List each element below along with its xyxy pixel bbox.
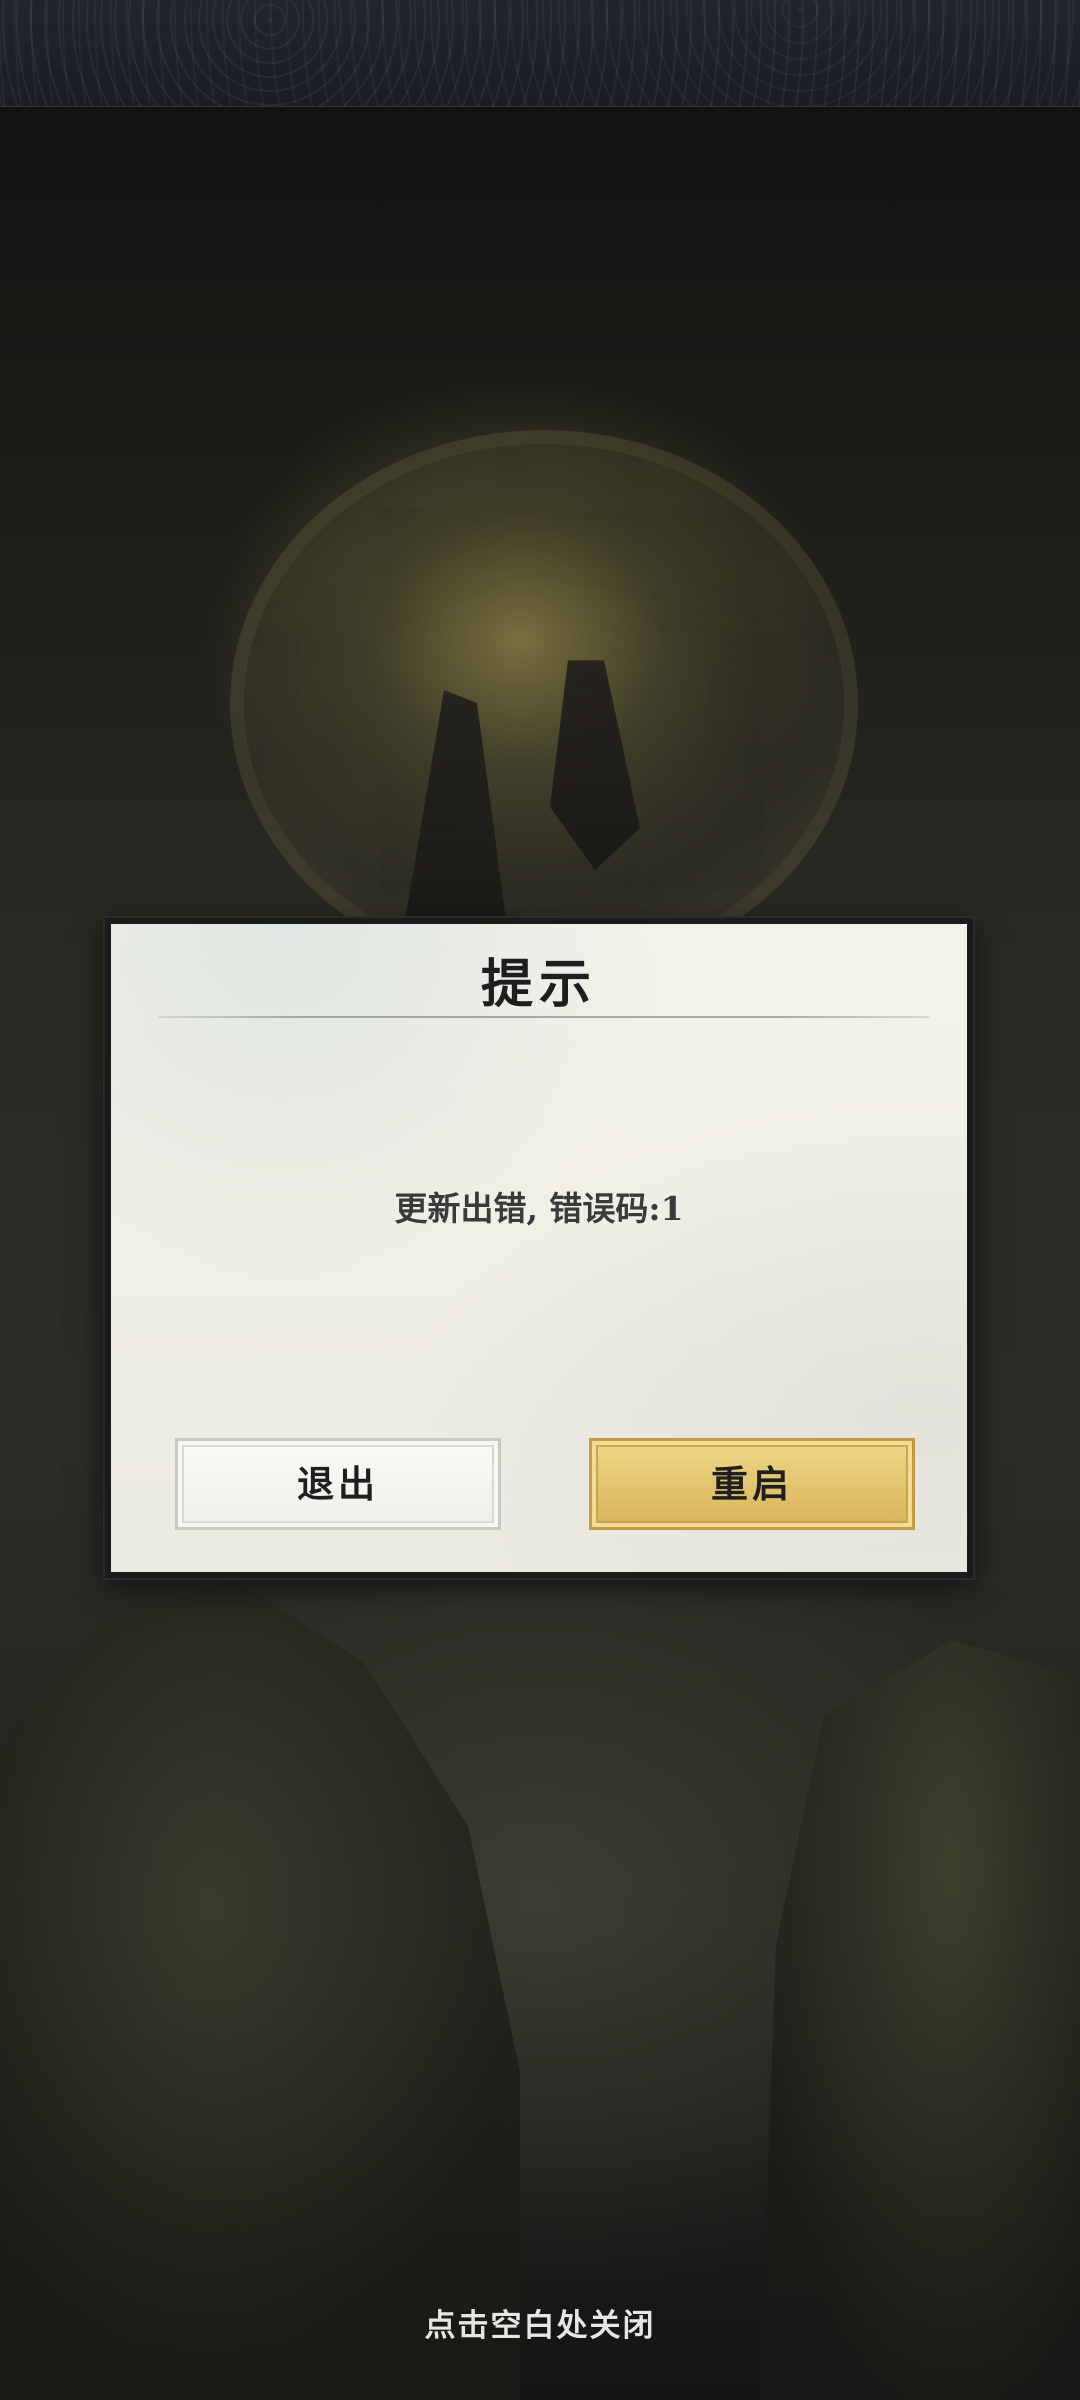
restart-button[interactable]: 重启 <box>589 1438 915 1530</box>
exit-button[interactable]: 退出 <box>175 1438 501 1530</box>
error-dialog: 提示 更新出错, 错误码:1 退出 重启 <box>105 918 973 1578</box>
tap-to-close-hint: 点击空白处关闭 <box>424 2308 656 2344</box>
dialog-message: 更新出错, 错误码:1 <box>394 1189 684 1228</box>
dialog-title: 提示 <box>480 954 597 1015</box>
background-mountain-left <box>0 1580 520 2400</box>
dialog-divider <box>159 1016 929 1018</box>
game-screen[interactable]: 提示 更新出错, 错误码:1 退出 重启 点击空白处关闭 <box>0 0 1080 2400</box>
top-decorative-strip <box>0 0 1080 107</box>
background-mountain-right <box>760 1640 1080 2400</box>
background-glow-ring <box>230 430 858 978</box>
